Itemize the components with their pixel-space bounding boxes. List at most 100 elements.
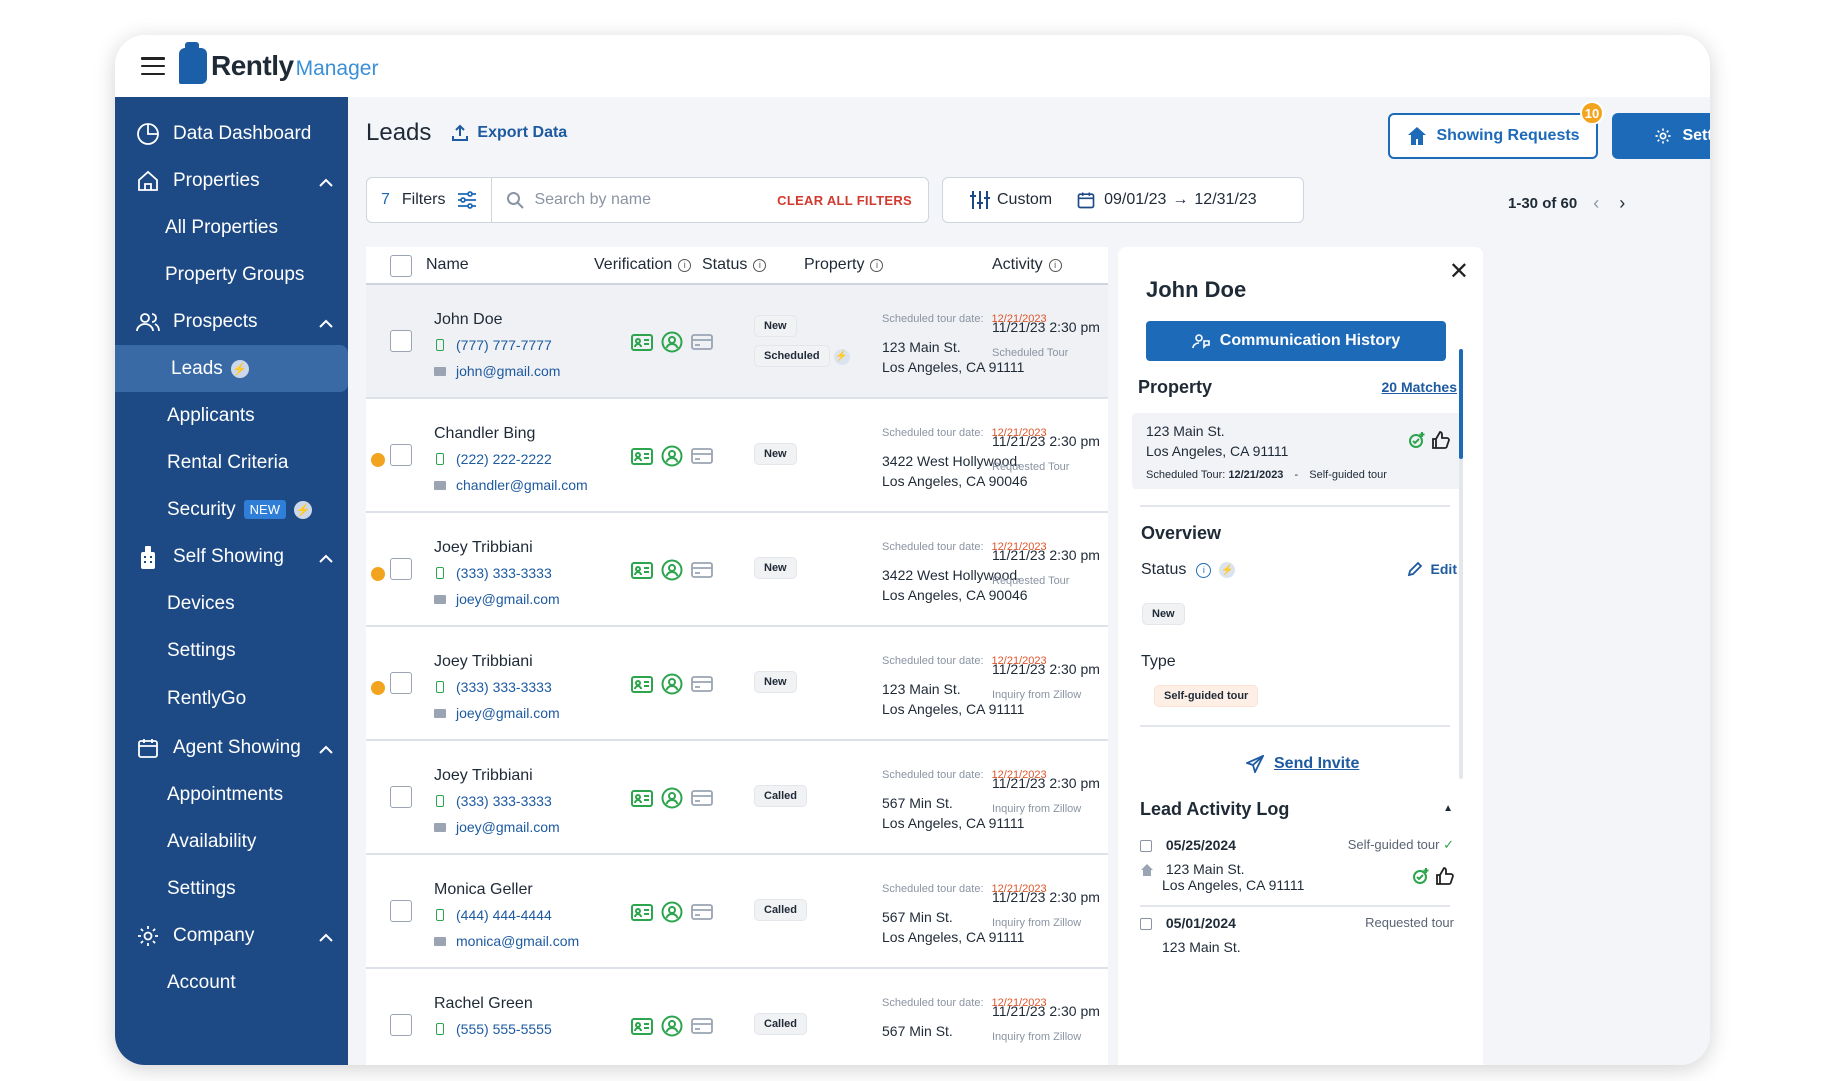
lead-email[interactable]: monica@gmail.com: [434, 933, 579, 949]
chevron-up-icon[interactable]: [318, 548, 334, 570]
credit-card-icon[interactable]: [691, 903, 713, 921]
panel-scrollbar[interactable]: [1459, 349, 1463, 779]
credit-card-icon[interactable]: [691, 789, 713, 807]
hamburger-menu-icon[interactable]: [141, 57, 165, 75]
row-checkbox[interactable]: [390, 444, 412, 466]
user-verified-icon[interactable]: [661, 901, 683, 923]
row-checkbox[interactable]: [390, 672, 412, 694]
lead-phone[interactable]: (777) 777-7777: [434, 337, 552, 353]
credit-card-icon[interactable]: [691, 675, 713, 693]
lead-email[interactable]: chandler@gmail.com: [434, 477, 588, 493]
sidebar-item-account[interactable]: Account: [115, 959, 348, 1006]
communication-history-button[interactable]: Communication History: [1146, 321, 1446, 361]
sidebar-item-appointments[interactable]: Appointments: [115, 771, 348, 818]
lead-email[interactable]: joey@gmail.com: [434, 819, 560, 835]
table-row[interactable]: Joey Tribbiani (333) 333-3333 joey@gmail…: [366, 741, 1108, 855]
id-card-icon[interactable]: [631, 446, 653, 466]
user-verified-icon[interactable]: [661, 787, 683, 809]
column-verification[interactable]: Verification i: [594, 256, 692, 274]
sidebar-item-rentlygo[interactable]: RentlyGo: [115, 674, 348, 724]
lead-name[interactable]: Monica Geller: [434, 881, 533, 899]
sidebar-item-agent-showing[interactable]: Agent Showing: [115, 724, 348, 771]
credit-card-icon[interactable]: [691, 447, 713, 465]
lead-phone[interactable]: (444) 444-4444: [434, 907, 552, 923]
sidebar-item-all-properties[interactable]: All Properties: [115, 204, 348, 251]
filters-button[interactable]: 7 Filters: [367, 178, 493, 222]
row-checkbox[interactable]: [390, 786, 412, 808]
lead-name[interactable]: Joey Tribbiani: [434, 653, 533, 671]
id-card-icon[interactable]: [631, 902, 653, 922]
id-card-icon[interactable]: [631, 1016, 653, 1036]
id-card-icon[interactable]: [631, 332, 653, 352]
thumbs-up-icon[interactable]: [1432, 431, 1450, 449]
sidebar-item-leads[interactable]: Leads ⚡: [115, 345, 348, 392]
collapse-icon[interactable]: ▲: [1443, 803, 1453, 814]
info-icon[interactable]: i: [1196, 562, 1212, 578]
info-icon[interactable]: i: [678, 258, 692, 272]
clear-all-filters-button[interactable]: CLEAR ALL FILTERS: [777, 193, 912, 208]
table-row[interactable]: John Doe (777) 777-7777 john@gmail.com N…: [366, 285, 1108, 399]
sidebar-item-data-dashboard[interactable]: Data Dashboard: [115, 110, 348, 157]
column-status[interactable]: Status i: [702, 256, 767, 274]
chevron-right-icon[interactable]: ›: [1619, 193, 1625, 214]
lead-name[interactable]: John Doe: [434, 311, 503, 329]
info-icon[interactable]: i: [1048, 258, 1062, 272]
matches-link[interactable]: 20 Matches: [1382, 379, 1457, 395]
id-card-icon[interactable]: [631, 674, 653, 694]
chevron-up-icon[interactable]: [318, 739, 334, 761]
id-card-icon[interactable]: [631, 788, 653, 808]
sidebar-item-prospects[interactable]: Prospects: [115, 298, 348, 345]
row-checkbox[interactable]: [390, 330, 412, 352]
close-icon[interactable]: ✕: [1449, 257, 1469, 286]
column-property[interactable]: Property i: [804, 256, 884, 274]
user-verified-icon[interactable]: [661, 1015, 683, 1037]
column-name[interactable]: Name: [426, 256, 469, 274]
sidebar-item-self-showing[interactable]: Self Showing: [115, 533, 348, 580]
lead-phone[interactable]: (333) 333-3333: [434, 565, 552, 581]
lead-phone[interactable]: (555) 555-5555: [434, 1021, 552, 1037]
table-row[interactable]: Monica Geller (444) 444-4444 monica@gmai…: [366, 855, 1108, 969]
lead-phone[interactable]: (333) 333-3333: [434, 793, 552, 809]
chevron-up-icon[interactable]: [318, 313, 334, 335]
credit-card-icon[interactable]: [691, 1017, 713, 1035]
chevron-left-icon[interactable]: ‹: [1593, 193, 1599, 214]
credit-card-icon[interactable]: [691, 333, 713, 351]
sidebar-item-devices[interactable]: Devices: [115, 580, 348, 627]
lead-name[interactable]: Joey Tribbiani: [434, 539, 533, 557]
user-verified-icon[interactable]: [661, 673, 683, 695]
sidebar-item-rental-criteria[interactable]: Rental Criteria: [115, 439, 348, 486]
table-row[interactable]: Joey Tribbiani (333) 333-3333 joey@gmail…: [366, 627, 1108, 741]
chevron-up-icon[interactable]: [318, 927, 334, 949]
lead-phone[interactable]: (222) 222-2222: [434, 451, 552, 467]
sidebar-item-applicants[interactable]: Applicants: [115, 392, 348, 439]
table-row[interactable]: Joey Tribbiani (333) 333-3333 joey@gmail…: [366, 513, 1108, 627]
lead-email[interactable]: joey@gmail.com: [434, 705, 560, 721]
sidebar-item-properties[interactable]: Properties: [115, 157, 348, 204]
edit-button[interactable]: Edit: [1407, 561, 1457, 577]
lead-email[interactable]: joey@gmail.com: [434, 591, 560, 607]
search-input[interactable]: Search by name: [492, 191, 777, 209]
id-card-icon[interactable]: [631, 560, 653, 580]
date-range-picker[interactable]: Custom 09/01/23 → 12/31/23: [942, 177, 1304, 223]
lead-phone[interactable]: (333) 333-3333: [434, 679, 552, 695]
user-verified-icon[interactable]: [661, 445, 683, 467]
column-activity[interactable]: Activity i: [992, 256, 1062, 274]
settings-button[interactable]: Settings: [1612, 113, 1710, 159]
row-checkbox[interactable]: [390, 558, 412, 580]
sidebar-item-company[interactable]: Company: [115, 912, 348, 959]
export-data-link[interactable]: Export Data: [451, 124, 567, 142]
sidebar-item-security[interactable]: Security NEW ⚡: [115, 486, 348, 533]
showing-requests-button[interactable]: Showing Requests 10: [1388, 101, 1604, 159]
sidebar-item-agent-settings[interactable]: Settings: [115, 865, 348, 912]
lead-name[interactable]: Rachel Green: [434, 995, 533, 1013]
info-icon[interactable]: i: [870, 258, 884, 272]
sidebar-item-availability[interactable]: Availability: [115, 818, 348, 865]
user-verified-icon[interactable]: [661, 331, 683, 353]
info-icon[interactable]: i: [753, 258, 767, 272]
row-checkbox[interactable]: [390, 900, 412, 922]
property-card[interactable]: 123 Main St. Los Angeles, CA 91111 Sched…: [1132, 413, 1462, 489]
lead-name[interactable]: Chandler Bing: [434, 425, 535, 443]
lead-name[interactable]: Joey Tribbiani: [434, 767, 533, 785]
sidebar-item-property-groups[interactable]: Property Groups: [115, 251, 348, 298]
table-row[interactable]: Chandler Bing (222) 222-2222 chandler@gm…: [366, 399, 1108, 513]
